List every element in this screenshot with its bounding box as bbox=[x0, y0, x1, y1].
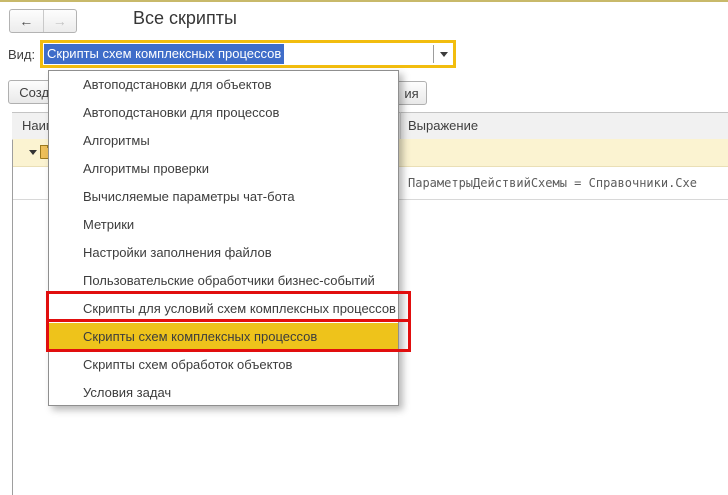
view-filter-combobox[interactable]: Скрипты схем комплексных процессов bbox=[40, 40, 456, 68]
window-top-strip bbox=[0, 0, 728, 2]
dropdown-item-metrics[interactable]: Метрики bbox=[49, 211, 398, 239]
back-button[interactable]: ← bbox=[10, 10, 44, 32]
dropdown-item-check-algorithms[interactable]: Алгоритмы проверки bbox=[49, 155, 398, 183]
view-filter-dropdown-list: Автоподстановки для объектов Автоподстан… bbox=[48, 70, 399, 406]
clipped-toolbar-button[interactable]: ия bbox=[396, 81, 427, 105]
dropdown-item-autosubst-processes[interactable]: Автоподстановки для процессов bbox=[49, 99, 398, 127]
view-filter-label: Вид: bbox=[8, 47, 36, 62]
expand-arrow-icon[interactable] bbox=[29, 150, 37, 155]
dropdown-item-complex-process-scripts[interactable]: Скрипты схем комплексных процессов bbox=[49, 323, 398, 351]
forward-button[interactable]: → bbox=[44, 10, 77, 32]
dropdown-item-autosubst-objects[interactable]: Автоподстановки для объектов bbox=[49, 71, 398, 99]
combobox-selected-value: Скрипты схем комплексных процессов bbox=[44, 44, 285, 64]
column-header-expression[interactable]: Выражение bbox=[408, 113, 478, 139]
back-arrow-icon: ← bbox=[19, 13, 34, 29]
dropdown-item-condition-scripts[interactable]: Скрипты для условий схем комплексных про… bbox=[49, 295, 398, 323]
dropdown-item-chatbot-params[interactable]: Вычисляемые параметры чат-бота bbox=[49, 183, 398, 211]
history-nav-group: ← → bbox=[9, 9, 77, 33]
page-title: Все скрипты bbox=[133, 8, 237, 28]
expression-cell: ПараметрыДействийСхемы = Справочники.Схе bbox=[408, 176, 697, 190]
dropdown-item-business-events[interactable]: Пользовательские обработчики бизнес-собы… bbox=[49, 267, 398, 295]
dropdown-item-object-processing-scripts[interactable]: Скрипты схем обработок объектов bbox=[49, 351, 398, 379]
combobox-spacer bbox=[284, 43, 433, 65]
all-scripts-window: ← → Все скрипты Вид: Скрипты схем компле… bbox=[0, 0, 728, 495]
combobox-dropdown-button[interactable] bbox=[434, 43, 453, 65]
forward-arrow-icon: → bbox=[52, 13, 67, 29]
chevron-down-icon bbox=[439, 51, 448, 57]
dropdown-item-file-fill-settings[interactable]: Настройки заполнения файлов bbox=[49, 239, 398, 267]
dropdown-item-algorithms[interactable]: Алгоритмы bbox=[49, 127, 398, 155]
dropdown-item-task-conditions[interactable]: Условия задач bbox=[49, 379, 398, 407]
